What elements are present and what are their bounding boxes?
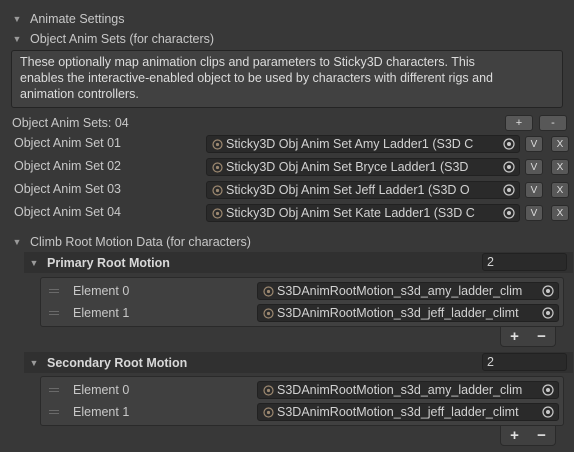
collapse-triangle-icon: ▼ (12, 14, 22, 24)
object-picker-icon[interactable] (502, 206, 516, 220)
element-label: Element 1 (73, 306, 130, 320)
add-element-button[interactable]: + (505, 427, 525, 444)
scriptable-object-icon (262, 384, 275, 397)
primary-root-motion-label: Primary Root Motion (47, 255, 170, 270)
root-motion-object-field[interactable]: S3DAnimRootMotion_s3d_amy_ladder_clim (257, 282, 559, 300)
add-element-button[interactable]: + (505, 328, 525, 345)
drag-handle-icon[interactable] (49, 289, 59, 293)
anim-set-object-name: Sticky3D Obj Anim Set Amy Ladder1 (S3D C (226, 137, 474, 151)
view-anim-set-button[interactable]: V (525, 182, 543, 198)
root-motion-object-field[interactable]: S3DAnimRootMotion_s3d_jeff_ladder_climt (257, 304, 559, 322)
list-item: Element 0 S3DAnimRootMotion_s3d_amy_ladd… (41, 280, 563, 302)
drag-handle-icon[interactable] (49, 388, 59, 392)
scriptable-object-icon (211, 207, 224, 220)
element-label: Element 1 (73, 405, 130, 419)
list-item: Element 0 S3DAnimRootMotion_s3d_amy_ladd… (41, 379, 563, 401)
help-box: These optionally map animation clips and… (11, 50, 563, 108)
list-item: Element 1 S3DAnimRootMotion_s3d_jeff_lad… (41, 302, 563, 324)
object-picker-icon[interactable] (541, 284, 555, 298)
anim-set-label: Object Anim Set 04 (14, 205, 122, 219)
root-motion-object-name: S3DAnimRootMotion_s3d_jeff_ladder_climt (277, 306, 519, 320)
secondary-list-footer: + − (500, 426, 556, 446)
root-motion-object-name: S3DAnimRootMotion_s3d_amy_ladder_clim (277, 284, 523, 298)
anim-set-label: Object Anim Set 03 (14, 182, 122, 196)
anim-set-label: Object Anim Set 02 (14, 159, 122, 173)
scriptable-object-icon (262, 307, 275, 320)
collapse-triangle-icon: ▼ (12, 237, 22, 247)
anim-set-label: Object Anim Set 01 (14, 136, 122, 150)
help-text-line: animation controllers. (20, 87, 139, 101)
delete-anim-set-button[interactable]: X (551, 136, 569, 152)
anim-set-row: Object Anim Set 04 Sticky3D Obj Anim Set… (0, 203, 574, 223)
object-anim-sets-count: Object Anim Sets: 04 (12, 116, 129, 130)
anim-set-object-field[interactable]: Sticky3D Obj Anim Set Jeff Ladder1 (S3D … (206, 181, 520, 199)
anim-set-row: Object Anim Set 03 Sticky3D Obj Anim Set… (0, 180, 574, 200)
scriptable-object-icon (262, 285, 275, 298)
anim-set-object-field[interactable]: Sticky3D Obj Anim Set Bryce Ladder1 (S3D (206, 158, 520, 176)
object-picker-icon[interactable] (541, 405, 555, 419)
animate-settings-label: Animate Settings (30, 12, 125, 26)
root-motion-object-field[interactable]: S3DAnimRootMotion_s3d_jeff_ladder_climt (257, 403, 559, 421)
root-motion-object-field[interactable]: S3DAnimRootMotion_s3d_amy_ladder_clim (257, 381, 559, 399)
scriptable-object-icon (211, 161, 224, 174)
secondary-root-motion-size-field[interactable]: 2 (482, 353, 567, 371)
secondary-root-motion-list: Element 0 S3DAnimRootMotion_s3d_amy_ladd… (40, 376, 564, 426)
primary-list-footer: + − (500, 327, 556, 347)
object-picker-icon[interactable] (502, 137, 516, 151)
object-picker-icon[interactable] (541, 306, 555, 320)
collapse-triangle-icon: ▼ (12, 34, 22, 44)
anim-set-object-name: Sticky3D Obj Anim Set Jeff Ladder1 (S3D … (226, 183, 470, 197)
object-anim-sets-label: Object Anim Sets (for characters) (30, 32, 215, 46)
remove-element-button[interactable]: − (532, 427, 552, 444)
animate-settings-foldout[interactable]: ▼ Animate Settings (12, 9, 125, 29)
anim-set-object-field[interactable]: Sticky3D Obj Anim Set Amy Ladder1 (S3D C (206, 135, 520, 153)
view-anim-set-button[interactable]: V (525, 159, 543, 175)
scriptable-object-icon (262, 406, 275, 419)
collapse-triangle-icon: ▼ (29, 257, 39, 268)
help-text-line: enables the interactive-enabled object t… (20, 71, 493, 85)
primary-root-motion-size-field[interactable]: 2 (482, 253, 567, 271)
root-motion-object-name: S3DAnimRootMotion_s3d_amy_ladder_clim (277, 383, 523, 397)
anim-set-object-name: Sticky3D Obj Anim Set Kate Ladder1 (S3D … (226, 206, 475, 220)
element-label: Element 0 (73, 383, 130, 397)
list-item: Element 1 S3DAnimRootMotion_s3d_jeff_lad… (41, 401, 563, 423)
element-label: Element 0 (73, 284, 130, 298)
remove-element-button[interactable]: − (532, 328, 552, 345)
drag-handle-icon[interactable] (49, 311, 59, 315)
object-picker-icon[interactable] (502, 183, 516, 197)
anim-set-row: Object Anim Set 01 Sticky3D Obj Anim Set… (0, 134, 574, 154)
delete-anim-set-button[interactable]: X (551, 205, 569, 221)
anim-set-object-name: Sticky3D Obj Anim Set Bryce Ladder1 (S3D (226, 160, 469, 174)
add-anim-set-button[interactable]: + (505, 115, 533, 131)
drag-handle-icon[interactable] (49, 410, 59, 414)
object-anim-sets-foldout[interactable]: ▼ Object Anim Sets (for characters) (12, 29, 215, 49)
climb-root-motion-label: Climb Root Motion Data (for characters) (30, 235, 251, 249)
object-picker-icon[interactable] (502, 160, 516, 174)
anim-set-object-field[interactable]: Sticky3D Obj Anim Set Kate Ladder1 (S3D … (206, 204, 520, 222)
collapse-triangle-icon: ▼ (29, 357, 39, 368)
scriptable-object-icon (211, 184, 224, 197)
view-anim-set-button[interactable]: V (525, 136, 543, 152)
climb-root-motion-foldout[interactable]: ▼ Climb Root Motion Data (for characters… (12, 232, 251, 252)
view-anim-set-button[interactable]: V (525, 205, 543, 221)
delete-anim-set-button[interactable]: X (551, 182, 569, 198)
help-text-line: These optionally map animation clips and… (20, 55, 475, 69)
scriptable-object-icon (211, 138, 224, 151)
root-motion-object-name: S3DAnimRootMotion_s3d_jeff_ladder_climt (277, 405, 519, 419)
delete-anim-set-button[interactable]: X (551, 159, 569, 175)
primary-root-motion-list: Element 0 S3DAnimRootMotion_s3d_amy_ladd… (40, 277, 564, 327)
secondary-root-motion-label: Secondary Root Motion (47, 355, 188, 370)
object-picker-icon[interactable] (541, 383, 555, 397)
anim-set-row: Object Anim Set 02 Sticky3D Obj Anim Set… (0, 157, 574, 177)
remove-anim-set-button[interactable]: - (539, 115, 567, 131)
